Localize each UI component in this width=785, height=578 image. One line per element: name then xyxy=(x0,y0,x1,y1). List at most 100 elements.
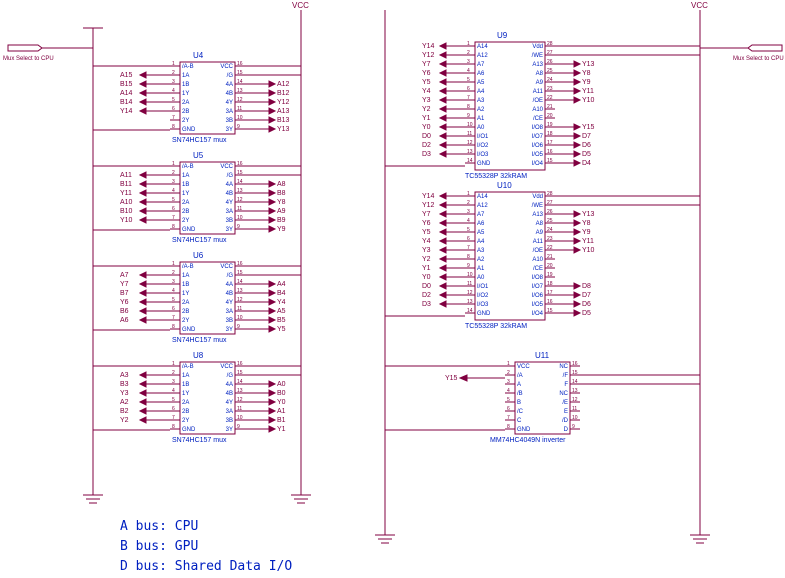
svg-text:B7: B7 xyxy=(120,290,129,297)
svg-text:D3: D3 xyxy=(422,151,431,158)
svg-text:2B: 2B xyxy=(182,109,189,115)
svg-text:19: 19 xyxy=(547,122,553,128)
svg-text:D: D xyxy=(564,427,569,433)
svg-text:Y8: Y8 xyxy=(582,70,591,77)
svg-text:1: 1 xyxy=(467,41,470,47)
svg-text:Y6: Y6 xyxy=(422,220,431,227)
svg-text:Y12: Y12 xyxy=(422,52,435,59)
svg-text:A12: A12 xyxy=(477,203,488,209)
svg-text:F: F xyxy=(564,382,568,388)
ground-symbol-4 xyxy=(690,520,710,543)
svg-text:1: 1 xyxy=(172,261,175,267)
svg-text:Y13: Y13 xyxy=(277,126,290,133)
svg-text:2: 2 xyxy=(172,370,175,376)
svg-text:1: 1 xyxy=(172,361,175,367)
svg-text:7: 7 xyxy=(507,415,510,421)
svg-text:B1: B1 xyxy=(277,417,286,424)
svg-text:Y13: Y13 xyxy=(582,211,595,218)
svg-text:1A: 1A xyxy=(182,173,189,179)
svg-text:4: 4 xyxy=(507,388,510,394)
svg-text:3: 3 xyxy=(507,379,510,385)
svg-text:9: 9 xyxy=(237,124,240,130)
svg-text:I/O1: I/O1 xyxy=(477,134,489,140)
svg-text:/B: /B xyxy=(517,391,523,397)
svg-text:2A: 2A xyxy=(182,100,189,106)
svg-text:Y8: Y8 xyxy=(582,220,591,227)
svg-text:1Y: 1Y xyxy=(182,91,189,97)
svg-text:5: 5 xyxy=(467,77,470,83)
svg-text:3A: 3A xyxy=(226,309,233,315)
chip-u11: U11 MM74HC4049N inverter 1VCC2/A3A4/B5B6… xyxy=(385,351,700,444)
svg-text:Y6: Y6 xyxy=(120,299,129,306)
svg-text:14: 14 xyxy=(237,79,243,85)
svg-text:12: 12 xyxy=(237,197,243,203)
svg-text:A14: A14 xyxy=(477,194,488,200)
svg-text:A1: A1 xyxy=(277,408,286,415)
svg-text:25: 25 xyxy=(547,68,553,74)
svg-text:I/O7: I/O7 xyxy=(532,134,544,140)
svg-text:4: 4 xyxy=(467,218,470,224)
svg-text:3A: 3A xyxy=(226,409,233,415)
svg-text:4Y: 4Y xyxy=(226,100,233,106)
svg-text:/A-B: /A-B xyxy=(182,64,194,70)
svg-text:A2: A2 xyxy=(120,399,129,406)
svg-text:U9: U9 xyxy=(497,31,508,40)
svg-text:Y3: Y3 xyxy=(422,247,431,254)
svg-text:/WE: /WE xyxy=(532,203,543,209)
svg-text:U6: U6 xyxy=(193,251,204,260)
svg-text:1Y: 1Y xyxy=(182,191,189,197)
svg-text:1Y: 1Y xyxy=(182,391,189,397)
svg-text:SN74HC157 mux: SN74HC157 mux xyxy=(172,337,227,344)
svg-text:/D: /D xyxy=(562,418,569,424)
svg-text:4: 4 xyxy=(172,88,175,94)
svg-text:5: 5 xyxy=(172,297,175,303)
svg-text:/G: /G xyxy=(227,373,234,379)
svg-text:2: 2 xyxy=(467,50,470,56)
svg-text:3B: 3B xyxy=(226,218,233,224)
svg-text:A: A xyxy=(517,382,521,388)
svg-text:22: 22 xyxy=(547,245,553,251)
svg-text:A5: A5 xyxy=(477,80,485,86)
svg-text:7: 7 xyxy=(467,95,470,101)
svg-text:7: 7 xyxy=(467,245,470,251)
svg-text:TC55328P 32kRAM: TC55328P 32kRAM xyxy=(465,323,527,330)
svg-text:A10: A10 xyxy=(532,257,543,263)
svg-text:A13: A13 xyxy=(277,108,290,115)
bus-legend-b: B bus: GPU xyxy=(120,539,198,554)
svg-text:6: 6 xyxy=(172,406,175,412)
svg-text:12: 12 xyxy=(572,397,578,403)
chip-u6: U6 SN74HC157 mux 1/A-B21AA731BY741YB752A… xyxy=(93,251,301,344)
svg-text:A13: A13 xyxy=(532,212,543,218)
svg-text:9: 9 xyxy=(237,424,240,430)
svg-text:4A: 4A xyxy=(226,282,233,288)
svg-text:B9: B9 xyxy=(277,217,286,224)
svg-text:Y1: Y1 xyxy=(422,265,431,272)
svg-text:I/O8: I/O8 xyxy=(532,275,544,281)
svg-text:Y4: Y4 xyxy=(422,88,431,95)
svg-text:8: 8 xyxy=(172,324,175,330)
svg-text:D0: D0 xyxy=(422,133,431,140)
ground-symbol-2 xyxy=(291,480,311,503)
net-y15: Y15 xyxy=(445,375,505,382)
svg-text:A7: A7 xyxy=(477,62,485,68)
svg-text:7: 7 xyxy=(172,415,175,421)
svg-text:4Y: 4Y xyxy=(226,200,233,206)
svg-text:6: 6 xyxy=(467,86,470,92)
svg-text:Y0: Y0 xyxy=(422,274,431,281)
svg-text:/A-B: /A-B xyxy=(182,164,194,170)
svg-text:2: 2 xyxy=(172,170,175,176)
svg-text:5: 5 xyxy=(172,97,175,103)
bus-legend-a: A bus: CPU xyxy=(120,519,198,534)
svg-text:24: 24 xyxy=(547,227,553,233)
svg-text:3: 3 xyxy=(172,279,175,285)
svg-text:Y9: Y9 xyxy=(582,79,591,86)
svg-text:GND: GND xyxy=(477,161,491,167)
svg-text:16: 16 xyxy=(547,149,553,155)
svg-text:23: 23 xyxy=(547,86,553,92)
svg-text:Y10: Y10 xyxy=(582,247,595,254)
svg-text:TC55328P 32kRAM: TC55328P 32kRAM xyxy=(465,173,527,180)
svg-text:Y4: Y4 xyxy=(277,299,286,306)
svg-text:19: 19 xyxy=(547,272,553,278)
svg-text:9: 9 xyxy=(467,263,470,269)
svg-text:GND: GND xyxy=(182,127,196,133)
